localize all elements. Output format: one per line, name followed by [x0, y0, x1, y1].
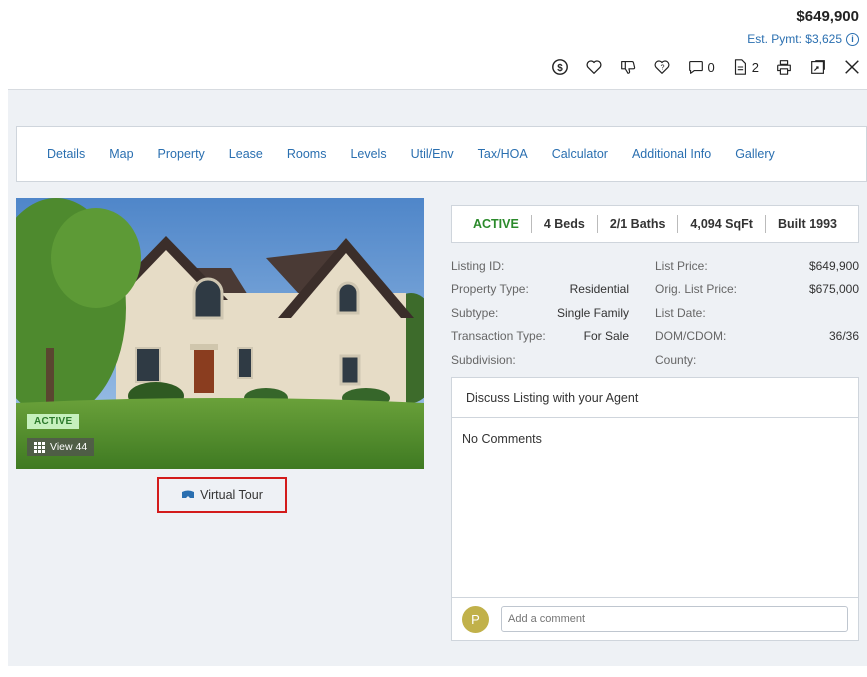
share-button[interactable]	[809, 58, 827, 76]
avatar: P	[462, 605, 489, 633]
tab-details[interactable]: Details	[47, 147, 85, 161]
facts-row: Listing ID: List Price: $649,900	[451, 254, 859, 278]
fact-value: $649,900	[808, 258, 859, 273]
virtual-tour-button[interactable]: Virtual Tour	[157, 477, 287, 513]
divider	[764, 215, 766, 233]
divider	[677, 215, 679, 233]
favorite-button[interactable]	[585, 58, 603, 76]
document-icon	[734, 59, 746, 75]
discuss-panel: Discuss Listing with your Agent No Comme…	[451, 377, 859, 641]
tab-map[interactable]: Map	[109, 147, 133, 161]
facts-row: Transaction Type: For Sale DOM/CDOM: 36/36	[451, 325, 859, 349]
listing-facts: Listing ID: List Price: $649,900 Property…	[451, 254, 859, 372]
view-photos-button[interactable]: View 44	[27, 438, 95, 456]
tab-util-env[interactable]: Util/Env	[411, 147, 454, 161]
status-badge: ACTIVE	[472, 217, 519, 231]
fact-label: List Date:	[655, 305, 706, 320]
fact-value: 36/36	[828, 329, 859, 344]
fact-value: Residential	[569, 282, 629, 297]
svg-text:$: $	[557, 63, 563, 74]
estimated-payment[interactable]: Est. Pymt: $3,625 i	[747, 32, 859, 46]
fact-label: DOM/CDOM:	[655, 329, 727, 344]
tab-tax-hoa[interactable]: Tax/HOA	[478, 147, 528, 161]
close-button[interactable]	[843, 58, 861, 76]
comment-icon	[688, 61, 703, 74]
tab-calculator[interactable]: Calculator	[552, 147, 608, 161]
heart-question-icon: ?	[654, 60, 669, 74]
listing-tabs: Details Map Property Lease Rooms Levels …	[16, 126, 867, 182]
fact-label: Transaction Type:	[451, 329, 546, 344]
listing-toolbar: $ ? 0 2	[551, 56, 861, 78]
fact-value: For Sale	[583, 329, 629, 344]
tab-levels[interactable]: Levels	[350, 147, 386, 161]
facts-row: Subdivision: County:	[451, 348, 859, 372]
documents-count: 2	[751, 59, 759, 75]
no-comments-text: No Comments	[462, 432, 542, 446]
close-icon	[845, 60, 859, 74]
dollar-button[interactable]: $	[551, 58, 569, 76]
fact-label: Orig. List Price:	[655, 282, 738, 297]
dislike-button[interactable]	[619, 58, 637, 76]
documents-button[interactable]: 2	[731, 58, 759, 76]
comments-button[interactable]: 0	[687, 58, 715, 76]
facts-row: Property Type: Residential Orig. List Pri…	[451, 278, 859, 302]
comment-input[interactable]	[501, 606, 848, 632]
fact-label: County:	[655, 352, 697, 367]
divider	[530, 215, 532, 233]
dollar-icon: $	[551, 59, 568, 75]
discuss-title: Discuss Listing with your Agent	[452, 378, 858, 418]
vr-headset-icon	[182, 490, 195, 498]
fact-label: Subdivision:	[451, 352, 516, 367]
tab-rooms[interactable]: Rooms	[287, 147, 327, 161]
printer-icon	[777, 60, 791, 75]
heart-icon	[586, 60, 602, 74]
baths-count: 2/1 Baths	[609, 217, 666, 231]
fact-value: $675,000	[808, 282, 859, 297]
fact-label: Subtype:	[451, 305, 499, 320]
grid-icon	[34, 441, 45, 453]
listing-summary-bar: ACTIVE 4 Beds 2/1 Baths 4,094 SqFt Built…	[451, 205, 859, 243]
square-footage: 4,094 SqFt	[690, 217, 753, 231]
photo-status-badge: ACTIVE	[27, 414, 80, 429]
beds-count: 4 Beds	[543, 217, 585, 231]
fact-label: Property Type:	[451, 282, 529, 297]
view-photos-label[interactable]: View 44	[50, 441, 87, 453]
comments-count: 0	[707, 59, 715, 75]
tab-lease[interactable]: Lease	[229, 147, 263, 161]
thumbs-down-icon	[620, 61, 635, 74]
maybe-button[interactable]: ?	[653, 58, 671, 76]
divider	[596, 215, 598, 233]
virtual-tour-label[interactable]: Virtual Tour	[200, 488, 263, 502]
info-icon[interactable]: i	[846, 32, 859, 46]
fact-value: Single Family	[556, 305, 629, 320]
share-image-icon	[811, 60, 825, 74]
comment-bar: P	[452, 597, 858, 640]
facts-row: Subtype: Single Family List Date:	[451, 301, 859, 325]
year-built: Built 1993	[777, 217, 838, 231]
estimated-payment-label[interactable]: Est. Pymt: $3,625	[747, 32, 842, 46]
fact-label: List Price:	[655, 258, 708, 273]
tab-gallery[interactable]: Gallery	[735, 147, 775, 161]
listing-photo[interactable]: ACTIVE View 44	[16, 198, 424, 469]
svg-text:?: ?	[660, 63, 664, 72]
listing-content: Details Map Property Lease Rooms Levels …	[8, 89, 867, 666]
listing-price: $649,900	[796, 8, 859, 25]
tab-property[interactable]: Property	[158, 147, 205, 161]
fact-label: Listing ID:	[451, 258, 505, 273]
print-button[interactable]	[775, 58, 793, 76]
tab-additional-info[interactable]: Additional Info	[632, 147, 711, 161]
